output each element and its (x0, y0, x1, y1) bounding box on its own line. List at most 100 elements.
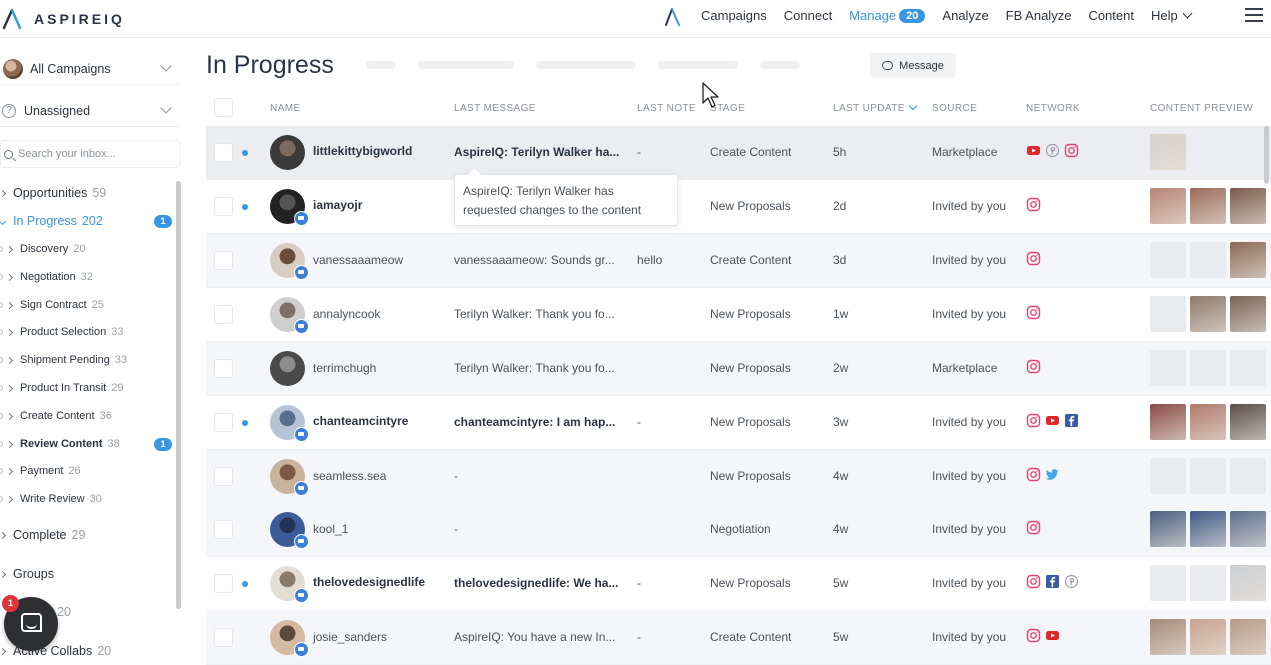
content-thumbnail[interactable] (1230, 242, 1266, 278)
last-note: - (637, 415, 641, 429)
column-header-name[interactable]: NAME (270, 103, 301, 114)
row-checkbox[interactable] (214, 251, 233, 270)
tree-item-groups[interactable]: Groups (0, 564, 54, 584)
content-thumbnail[interactable] (1230, 511, 1266, 547)
content-thumbnail[interactable] (1190, 188, 1226, 224)
table-row[interactable]: thelovedesignedlife thelovedesignedlife: … (206, 557, 1271, 611)
creator-name[interactable]: terrimchugh (313, 361, 376, 375)
row-checkbox[interactable] (214, 143, 233, 162)
column-header-last-note[interactable]: LAST NOTE (637, 103, 696, 114)
creator-name[interactable]: chanteamcintyre (313, 414, 408, 428)
row-checkbox[interactable] (214, 628, 233, 647)
tree-item-product-in-transit[interactable]: Product In Transit 29 (0, 378, 123, 398)
table-row[interactable]: seamless.sea - New Proposals 4w Invited by y… (206, 450, 1271, 504)
column-header-source[interactable]: SOURCE (932, 103, 977, 114)
nav-help[interactable]: Help (1151, 8, 1193, 23)
column-header-content-preview[interactable]: CONTENT PREVIEW (1150, 103, 1253, 114)
content-thumbnail[interactable] (1190, 511, 1226, 547)
stage: New Proposals (710, 199, 791, 213)
stage-ring-icon (0, 468, 3, 474)
table-row[interactable]: annalyncook Terilyn Walker: Thank you fo.… (206, 288, 1271, 342)
content-thumbnail[interactable] (1230, 565, 1266, 601)
tree-item-discovery[interactable]: Discovery 20 (0, 239, 86, 259)
tree-item-create-content[interactable]: Create Content 36 (0, 406, 112, 426)
creator-name[interactable]: seamless.sea (313, 469, 386, 483)
column-header-network[interactable]: NETWORK (1026, 103, 1080, 114)
avatar[interactable] (270, 135, 305, 170)
nav-campaigns[interactable]: Campaigns (701, 8, 767, 23)
tree-label: Shipment Pending (20, 354, 110, 366)
content-thumbnail[interactable] (1150, 511, 1186, 547)
row-checkbox[interactable] (214, 574, 233, 593)
content-thumbnail[interactable] (1150, 134, 1186, 170)
tree-item-shipment-pending[interactable]: Shipment Pending 33 (0, 350, 127, 370)
chevron-right-icon (5, 412, 14, 420)
table-row[interactable]: iamayojr New Proposals 2d Invited by you (206, 180, 1271, 234)
column-header-last-update[interactable]: LAST UPDATE (833, 101, 918, 114)
creator-name[interactable]: thelovedesignedlife (313, 575, 425, 589)
creator-name[interactable]: annalyncook (313, 307, 380, 321)
thumbs-up-icon (294, 534, 309, 549)
tree-item-product-selection[interactable]: Product Selection 33 (0, 322, 123, 342)
creator-name[interactable]: vanessaaameow (313, 253, 403, 267)
tree-item-review-content[interactable]: Review Content 38 1 (0, 434, 180, 454)
message-button[interactable]: Message (870, 53, 956, 78)
assignee-selector[interactable]: ? Unassigned (0, 95, 180, 127)
tree-item-in-progress[interactable]: In Progress 202 1 (0, 211, 180, 231)
content-thumbnail[interactable] (1190, 619, 1226, 655)
creator-name[interactable]: kool_1 (313, 522, 348, 536)
tree-item-write-review[interactable]: Write Review 30 (0, 489, 102, 509)
avatar[interactable] (270, 351, 305, 386)
table-scrollbar[interactable] (1264, 126, 1269, 184)
campaign-selector[interactable]: All Campaigns (0, 53, 180, 85)
tree-item-complete[interactable]: Complete 29 (0, 525, 85, 545)
content-thumbnail[interactable] (1150, 188, 1186, 224)
nav-analyze[interactable]: Analyze (942, 8, 988, 23)
hamburger-icon[interactable] (1245, 8, 1263, 22)
table-row[interactable]: littlekittybigworld AspireIQ: Terilyn Wal… (206, 126, 1271, 180)
content-thumbnail[interactable] (1150, 404, 1186, 440)
chevron-right-icon (5, 495, 14, 503)
creator-name[interactable]: josie_sanders (313, 630, 387, 644)
content-thumbnail[interactable] (1230, 188, 1266, 224)
aspireiq-logo[interactable]: ASPIREIQ (0, 4, 125, 34)
stage: Create Content (710, 253, 792, 267)
content-thumbnail[interactable] (1190, 296, 1226, 332)
row-checkbox[interactable] (214, 305, 233, 324)
table-row[interactable]: kool_1 - Negotiation 4w Invited by you (206, 503, 1271, 557)
tree-item-sign-contract[interactable]: Sign Contract 25 (0, 295, 104, 315)
nav-manage[interactable]: Manage 20 (849, 8, 926, 23)
tree-count: 26 (68, 465, 81, 477)
chevron-right-icon (0, 531, 7, 539)
tree-item-negotiation[interactable]: Negotiation 32 (0, 267, 93, 287)
creator-name[interactable]: iamayojr (313, 198, 362, 212)
row-checkbox[interactable] (214, 467, 233, 486)
table-row[interactable]: terrimchugh Terilyn Walker: Thank you fo.… (206, 342, 1271, 396)
row-checkbox[interactable] (214, 359, 233, 378)
nav-connect[interactable]: Connect (784, 8, 832, 23)
content-thumbnail[interactable] (1230, 619, 1266, 655)
content-thumbnail[interactable] (1190, 404, 1226, 440)
youtube-icon (1045, 413, 1064, 428)
network-icons (1026, 628, 1064, 643)
inbox-search-input[interactable] (18, 148, 168, 160)
source: Invited by you (932, 469, 1007, 483)
row-checkbox[interactable] (214, 413, 233, 432)
select-all-checkbox[interactable] (214, 98, 233, 117)
sidebar-scrollbar[interactable] (176, 181, 181, 609)
column-header-last-message[interactable]: LAST MESSAGE (454, 103, 536, 114)
content-thumbnail[interactable] (1230, 296, 1266, 332)
row-checkbox[interactable] (214, 520, 233, 539)
chevron-right-icon (0, 570, 7, 578)
content-thumbnail[interactable] (1230, 404, 1266, 440)
nav-fb-analyze[interactable]: FB Analyze (1006, 8, 1072, 23)
nav-content[interactable]: Content (1088, 8, 1134, 23)
table-row[interactable]: chanteamcintyre chanteamcintyre: I am hap… (206, 396, 1271, 450)
thumbs-up-icon (294, 642, 309, 657)
tree-item-payment[interactable]: Payment 26 (0, 461, 81, 481)
tree-item-opportunities[interactable]: Opportunities 59 (0, 183, 106, 203)
creator-name[interactable]: littlekittybigworld (313, 144, 412, 158)
table-row[interactable]: vanessaaameow vanessaaameow: Sounds gr...… (206, 234, 1271, 288)
row-checkbox[interactable] (214, 197, 233, 216)
content-thumbnail[interactable] (1150, 619, 1186, 655)
